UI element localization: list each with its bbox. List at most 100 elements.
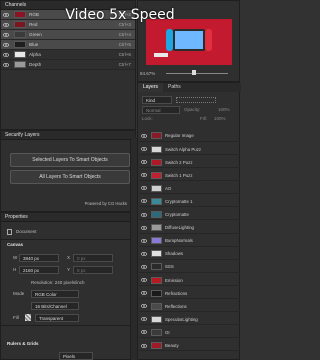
layer-fill-value[interactable]: 100% [214,116,226,121]
visibility-eye-icon[interactable] [139,223,149,233]
securify-panel: Securify Layers Selected Layers To Smart… [0,130,136,212]
layer-row[interactable]: Refractions [139,288,240,300]
layer-row[interactable]: Emission [139,275,240,286]
layer-row[interactable]: BumpNormals [139,236,240,247]
layer-name: Cryptomatte [165,212,189,218]
zoom-slider-track[interactable] [166,73,228,74]
rulers-grids-section-title[interactable]: Rulers & Grids [7,341,39,346]
visibility-eye-icon[interactable] [139,288,149,298]
layer-row[interactable]: Reflections [139,301,240,313]
mode-select[interactable]: RGB Color [31,290,79,298]
layer-thumbnail [151,250,162,258]
visibility-eye-icon[interactable] [139,144,149,154]
visibility-eye-icon[interactable] [139,249,149,259]
layer-row[interactable]: AO [139,183,240,195]
layer-row[interactable]: SSS [139,262,240,273]
mode-label: Mode [13,291,25,296]
channel-shortcut: Ctrl+6 [118,52,131,57]
layer-name: Cryptomatte 1 [165,198,193,204]
layer-row[interactable]: Switch 2 Puzz [139,157,240,169]
rulers-divider [1,325,137,326]
layer-kind-filter[interactable]: Kind [142,96,172,104]
layer-row[interactable]: DiffuseLighting [139,223,240,234]
layer-thumbnail [151,342,162,350]
layer-name: Switch 2 Puzz [165,159,193,165]
visibility-eye-icon[interactable] [1,30,11,40]
visibility-eye-icon[interactable] [139,183,149,193]
layer-row[interactable]: Cryptomatte [139,210,240,221]
visibility-eye-icon[interactable] [1,60,11,70]
channel-row[interactable]: Depth Ctrl+7 [1,60,135,70]
visibility-eye-icon[interactable] [139,275,149,285]
visibility-eye-icon[interactable] [139,314,149,324]
height-label: H [13,267,17,272]
layer-thumbnail [151,132,162,140]
channel-row[interactable]: Green Ctrl+4 [1,30,135,40]
canvas-section-title[interactable]: Canvas [7,242,23,247]
selected-layers-to-smart-objects-button[interactable]: Selected Layers To Smart Objects [10,153,130,167]
visibility-eye-icon[interactable] [139,157,149,167]
layer-name: SpecularLighting [165,316,198,322]
tab-paths[interactable]: Paths [163,83,186,92]
layer-row[interactable]: Cryptomatte 1 [139,197,240,208]
channel-name: Depth [29,62,42,67]
opacity-label: Opacity: [184,107,201,112]
visibility-eye-icon[interactable] [139,170,149,180]
channel-name: Blue [29,42,39,47]
width-input[interactable]: 3840 px [19,254,59,262]
properties-panel-title[interactable]: Properties [1,213,135,222]
visibility-eye-icon[interactable] [139,131,149,141]
layer-row[interactable]: SpecularLighting [139,314,240,326]
securify-panel-title[interactable]: Securify Layers [1,131,135,140]
bit-depth-select[interactable]: 16 Bits/Channel [31,302,79,310]
layer-thumbnail [151,211,162,219]
plugin-credit: Powered by CG Hacks [84,201,127,206]
layer-row[interactable]: Shadows [139,249,240,260]
visibility-eye-icon[interactable] [139,196,149,206]
units-select[interactable]: Pixels [59,352,93,360]
visibility-eye-icon[interactable] [1,40,11,50]
visibility-eye-icon[interactable] [139,262,149,272]
visibility-eye-icon[interactable] [139,301,149,311]
visibility-eye-icon[interactable] [139,210,149,220]
layer-name: Reflections [165,303,187,309]
layer-thumbnail [151,184,162,192]
x-input[interactable]: 0 px [73,254,113,262]
layer-thumbnail [151,158,162,166]
filter-icons [176,97,216,103]
height-input[interactable]: 2160 px [19,266,59,274]
layer-name: Regular Image [165,133,194,139]
channel-shortcut: Ctrl+4 [118,32,131,37]
fill-select[interactable]: Transparent [35,314,79,322]
video-speed-overlay: Video 5x Speed [65,7,175,23]
layer-thumbnail [151,315,162,323]
visibility-eye-icon[interactable] [139,327,149,337]
opacity-value[interactable]: 100% [218,107,230,112]
layer-thumbnail [151,197,162,205]
y-input[interactable]: 0 px [73,266,113,274]
layer-row[interactable]: Beauty [139,341,240,352]
zoom-slider-handle[interactable] [192,70,196,75]
channel-row[interactable]: Blue Ctrl+5 [1,40,135,50]
visibility-eye-icon[interactable] [139,236,149,246]
all-layers-to-smart-objects-button[interactable]: All Layers To Smart Objects [10,170,130,184]
x-label: X [67,255,71,260]
layer-fill-label: Fill: [200,116,207,121]
layer-thumbnail [151,145,162,153]
visibility-eye-icon[interactable] [139,341,149,351]
layer-row[interactable]: Switch 1 Puzz [139,170,240,182]
layer-row[interactable]: Regular Image [139,131,240,142]
fill-swatch[interactable] [25,314,31,321]
layer-thumbnail [151,171,162,179]
blend-mode-select[interactable]: Normal [142,106,180,114]
properties-divider [1,239,137,240]
tab-layers[interactable]: Layers [138,83,164,92]
layer-row[interactable]: Switch Alpha Puzz [139,144,240,155]
layer-thumbnail [151,328,162,336]
channel-row[interactable]: Alpha Ctrl+6 [1,50,135,60]
visibility-eye-icon[interactable] [1,50,11,60]
zoom-level[interactable]: 84.67% [140,71,155,76]
channel-thumbnail [14,61,26,68]
layer-row[interactable]: GI [139,328,240,339]
layer-name: Switch 1 Puzz [165,172,193,178]
